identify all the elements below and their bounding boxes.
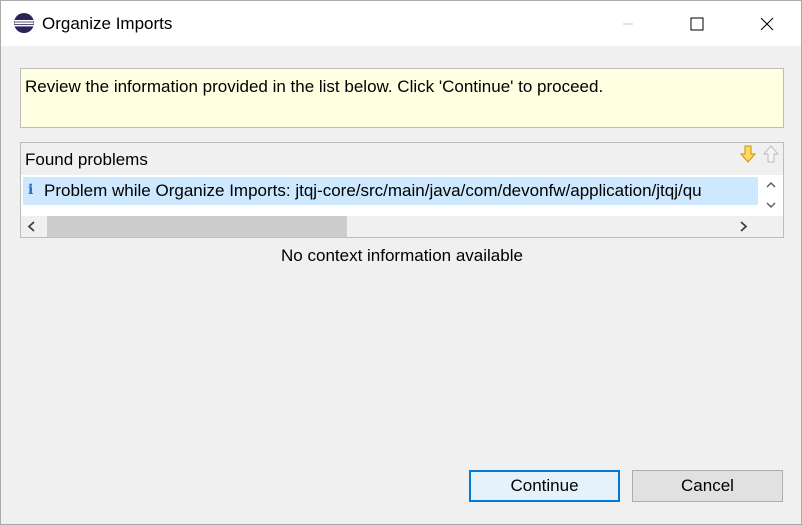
info-icon: i: [28, 182, 34, 198]
problem-text: Problem while Organize Imports: jtqj-cor…: [44, 181, 702, 200]
context-information: No context information available: [281, 246, 523, 265]
eclipse-app-icon: [14, 13, 34, 33]
found-problems-title: Found problems: [25, 150, 148, 169]
minimize-button[interactable]: [605, 1, 651, 46]
maximize-icon: [690, 17, 704, 30]
scrollbar-thumb[interactable]: [47, 216, 347, 237]
cancel-button[interactable]: Cancel: [632, 470, 783, 502]
continue-button[interactable]: Continue: [469, 470, 620, 502]
found-problems-panel: Found problems i Problem while Organize …: [20, 142, 784, 238]
horizontal-scrollbar[interactable]: [21, 216, 783, 237]
scroll-down-icon[interactable]: [765, 199, 777, 211]
window-title: Organize Imports: [42, 14, 173, 33]
scroll-right-icon[interactable]: [736, 220, 750, 233]
close-icon: [760, 17, 774, 30]
problems-list[interactable]: i Problem while Organize Imports: jtqj-c…: [21, 175, 783, 216]
organize-imports-dialog: Organize Imports Review the information …: [0, 0, 802, 525]
vertical-scrollbar[interactable]: [759, 175, 783, 216]
minimize-icon: [623, 23, 633, 24]
next-problem-arrow-icon[interactable]: [740, 145, 756, 163]
title-bar[interactable]: Organize Imports: [1, 1, 801, 46]
maximize-button[interactable]: [674, 1, 720, 46]
scroll-up-icon[interactable]: [765, 179, 777, 191]
close-button[interactable]: [744, 1, 790, 46]
previous-problem-arrow-icon[interactable]: [763, 145, 779, 163]
list-item[interactable]: i Problem while Organize Imports: jtqj-c…: [23, 177, 758, 205]
info-message: Review the information provided in the l…: [25, 77, 604, 96]
scroll-left-icon[interactable]: [25, 220, 39, 233]
info-message-box: Review the information provided in the l…: [20, 68, 784, 128]
